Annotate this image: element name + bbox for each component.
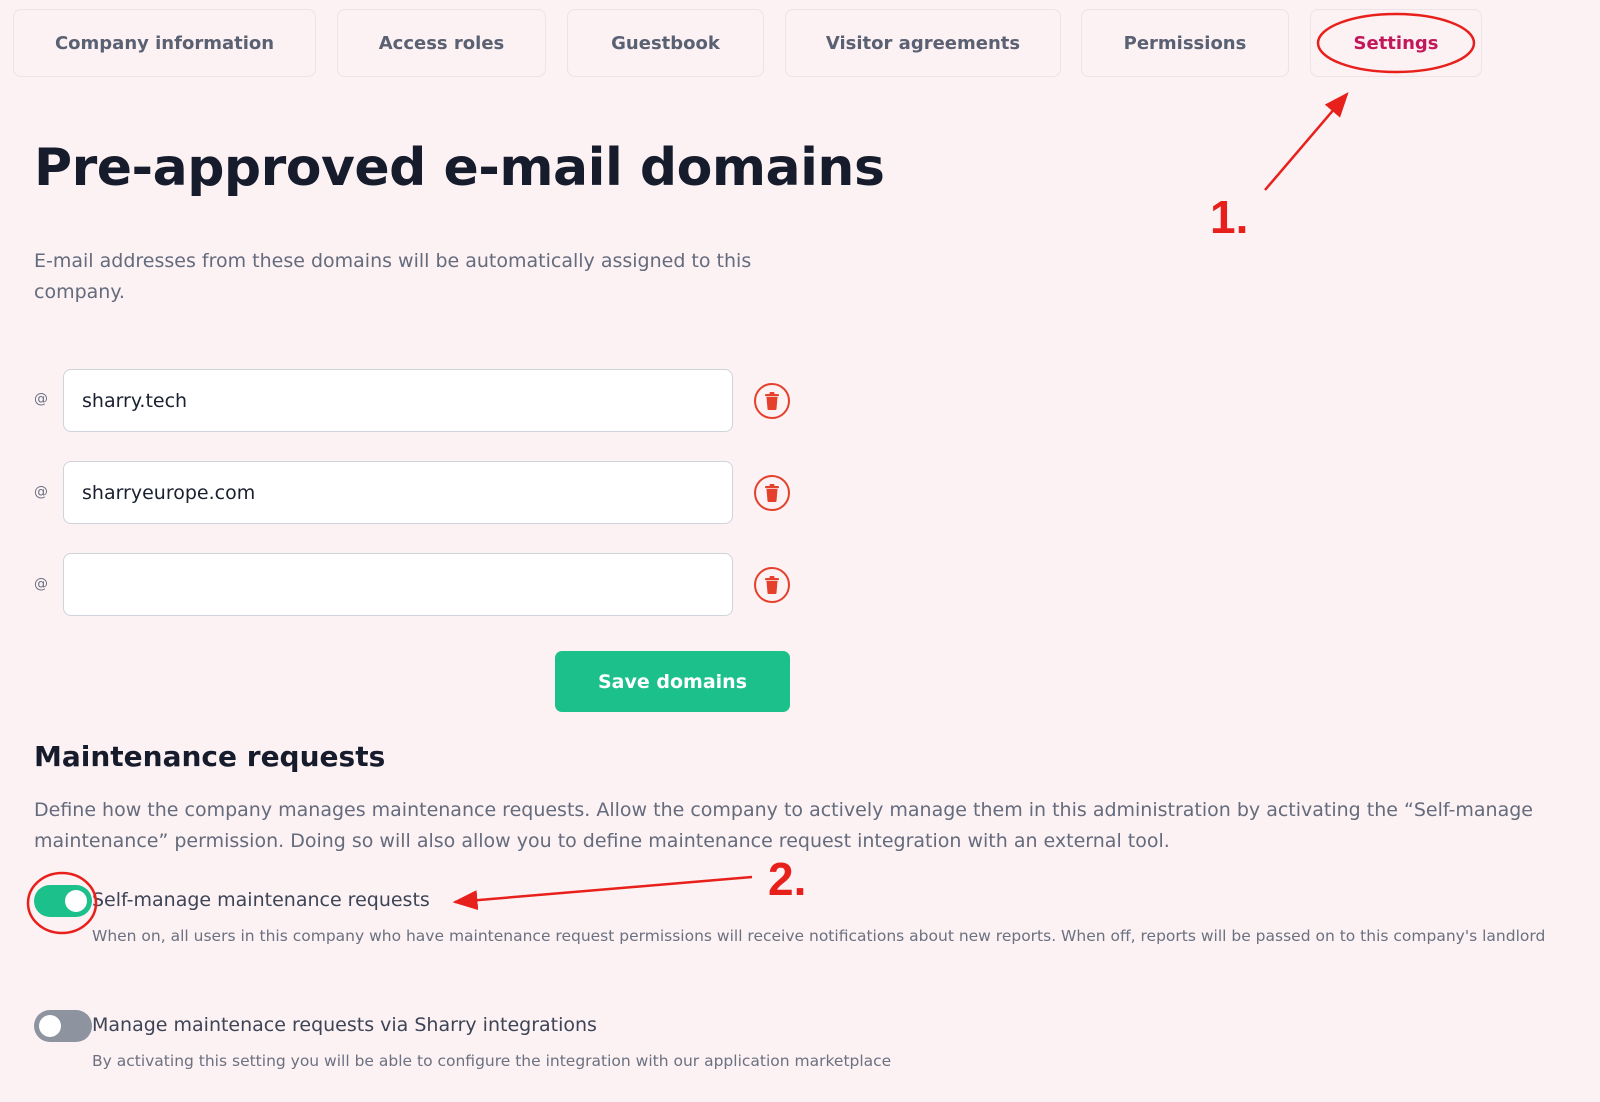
domain-input-1[interactable]: [63, 369, 733, 432]
self-manage-label: Self-manage maintenance requests: [92, 889, 430, 911]
toggle-knob: [65, 890, 87, 912]
page-title: Pre-approved e-mail domains: [34, 138, 885, 198]
maintenance-description: Define how the company manages maintenan…: [34, 799, 1533, 852]
at-symbol: @: [34, 391, 48, 407]
annotation-step-2: 2.: [768, 853, 807, 905]
delete-domain-button-2[interactable]: [754, 475, 790, 511]
save-domains-button[interactable]: Save domains: [555, 651, 790, 712]
tab-visitor-agreements[interactable]: Visitor agreements: [785, 9, 1061, 77]
arrow-to-toggle: [452, 875, 753, 911]
integrations-toggle[interactable]: [34, 1010, 92, 1042]
trash-icon: [765, 392, 779, 410]
tab-access-roles[interactable]: Access roles: [337, 9, 546, 77]
annotation-step-1: 1.: [1210, 191, 1249, 243]
tab-settings[interactable]: Settings: [1310, 9, 1482, 77]
trash-icon: [765, 484, 779, 502]
at-symbol: @: [34, 484, 48, 500]
domains-description: E-mail addresses from these domains will…: [34, 250, 752, 303]
self-manage-help: When on, all users in this company who h…: [92, 927, 1546, 945]
domain-input-3[interactable]: [63, 553, 733, 616]
delete-domain-button-3[interactable]: [754, 567, 790, 603]
integrations-help: By activating this setting you will be a…: [92, 1052, 892, 1070]
maintenance-heading: Maintenance requests: [34, 740, 386, 773]
delete-domain-button-1[interactable]: [754, 383, 790, 419]
tab-guestbook[interactable]: Guestbook: [567, 9, 764, 77]
integrations-label: Manage maintenace requests via Sharry in…: [92, 1014, 597, 1036]
self-manage-toggle[interactable]: [34, 885, 92, 917]
arrow-to-settings: [1264, 92, 1349, 191]
toggle-knob: [39, 1015, 61, 1037]
tab-company-information[interactable]: Company information: [13, 9, 316, 77]
domain-input-2[interactable]: [63, 461, 733, 524]
at-symbol: @: [34, 576, 48, 592]
settings-page: Company information Access roles Guestbo…: [0, 0, 1600, 1102]
trash-icon: [765, 576, 779, 594]
tab-permissions[interactable]: Permissions: [1081, 9, 1289, 77]
